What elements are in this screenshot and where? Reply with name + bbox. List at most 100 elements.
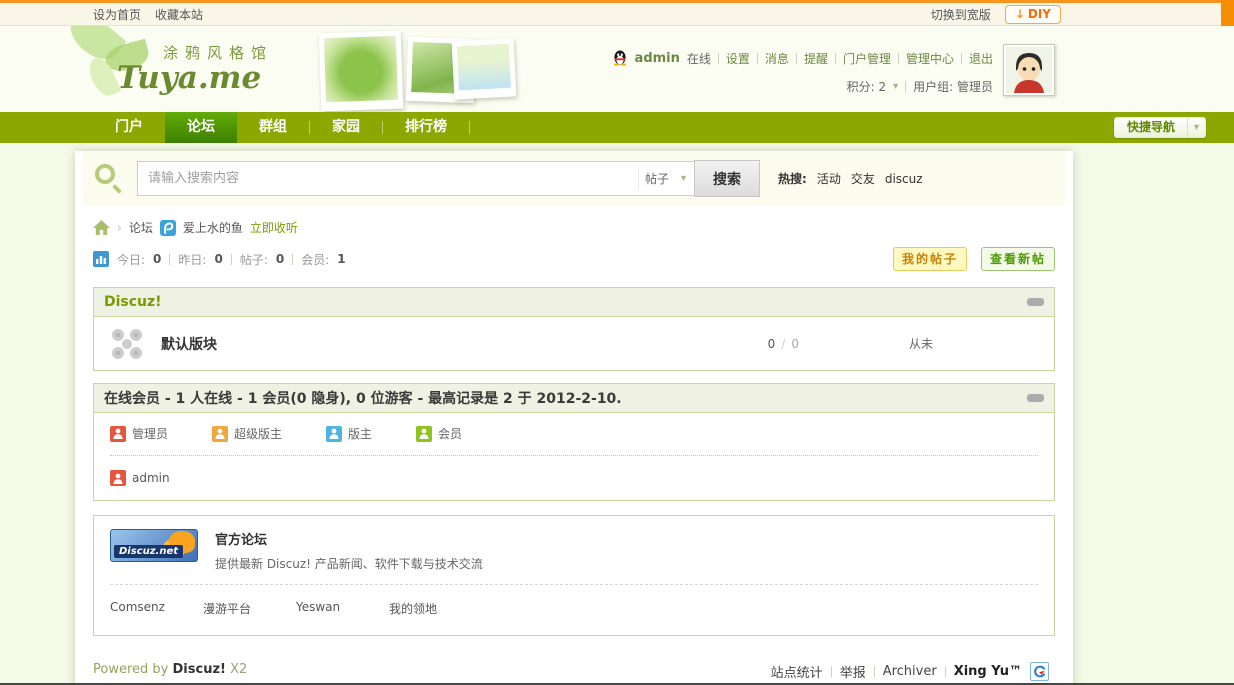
avatar[interactable]	[1003, 44, 1055, 96]
legend-moderator: 版主	[326, 425, 372, 442]
nav-item-portal[interactable]: 门户	[93, 112, 165, 143]
stat-today-value: 0	[153, 252, 162, 266]
nav-item-ranklist[interactable]: 排行榜	[383, 112, 469, 143]
search-icon	[95, 163, 125, 194]
main-nav: 门户 论坛 群组 家园 排行榜 快捷导航 ▾	[0, 112, 1234, 143]
partner-link-manyou[interactable]: 漫游平台	[203, 600, 296, 617]
chevron-down-icon: ▾	[1193, 122, 1200, 133]
nav-separator	[469, 121, 470, 134]
stat-posts-label: 帖子:	[239, 252, 268, 267]
legend-admin: 管理员	[110, 425, 168, 442]
view-new-posts-button[interactable]: 查看新帖	[980, 247, 1055, 271]
feed-name-link[interactable]: 爱上水的鱼	[183, 219, 243, 236]
diy-down-arrow-icon: ↓	[1014, 6, 1025, 21]
forum-row: 默认版块 0 / 0 从未	[94, 317, 1054, 370]
product-link[interactable]: Discuz!	[173, 662, 226, 677]
forum-thread-post-count: 0 / 0	[767, 336, 799, 351]
stat-members-label: 会员:	[301, 252, 330, 267]
stats-chart-icon	[93, 251, 109, 267]
archiver-link[interactable]: Archiver	[883, 664, 937, 679]
site-header: 涂鸦风格馆 Tuya.me admin 在线 设置 消息 提醒 门户管理 管理中…	[0, 26, 1234, 112]
online-member-link[interactable]: admin	[132, 471, 170, 485]
admin-group-icon	[110, 425, 126, 442]
powered-by-text: Powered by	[93, 662, 169, 677]
follow-link[interactable]: 立即收听	[250, 219, 298, 236]
breadcrumb: › 论坛 爱上水的鱼 立即收听	[75, 206, 1073, 240]
credits-link[interactable]: 积分: 2	[847, 78, 887, 95]
collapse-icon[interactable]	[1027, 394, 1044, 402]
site-logo[interactable]: 涂鸦风格馆 Tuya.me	[117, 42, 273, 96]
set-home-link[interactable]: 设为首页	[93, 6, 141, 23]
user-link-messages[interactable]: 消息	[765, 50, 789, 67]
my-posts-button[interactable]: 我的帖子	[892, 247, 967, 271]
online-members-panel: 在线会员 - 1 人在线 - 1 会员(0 隐身), 0 位游客 - 最高记录是…	[93, 383, 1055, 501]
hot-link-activity[interactable]: 活动	[817, 170, 841, 187]
switch-wide-link[interactable]: 切换到宽版	[931, 6, 991, 23]
product-version: X2	[230, 662, 248, 677]
polaroid-photo	[451, 38, 517, 100]
partner-links: Comsenz 漫游平台 Yeswan 我的领地	[110, 585, 1038, 627]
nav-item-home[interactable]: 家园	[310, 112, 382, 143]
last-post-info: 从未	[908, 337, 933, 351]
hot-link-discuz[interactable]: discuz	[885, 172, 923, 186]
tencent-weibo-icon[interactable]	[159, 219, 176, 236]
search-input[interactable]	[138, 162, 638, 195]
partner-link-comsenz[interactable]: Comsenz	[110, 600, 203, 617]
forum-name-link[interactable]: 默认版块	[161, 334, 217, 354]
legend-super-moderator: 超级版主	[212, 425, 282, 442]
user-link-portal-admin[interactable]: 门户管理	[843, 50, 891, 67]
bookmark-link[interactable]: 收藏本站	[155, 6, 203, 23]
hot-search-label: 热搜:	[778, 172, 807, 186]
discuz-logo-text: Discuz.net	[114, 545, 184, 558]
user-link-notices[interactable]: 提醒	[804, 50, 828, 67]
nav-item-forum[interactable]: 论坛	[165, 112, 237, 143]
search-button[interactable]: 搜索	[694, 160, 760, 197]
partner-link-myspace[interactable]: 我的领地	[389, 600, 482, 617]
online-member-admin: admin	[110, 470, 1038, 486]
thread-count: 0	[767, 336, 776, 351]
designer-link[interactable]: Xing Yu™	[954, 664, 1022, 679]
home-icon[interactable]	[93, 220, 110, 235]
breadcrumb-forum-link[interactable]: 论坛	[129, 219, 153, 236]
diy-button[interactable]: ↓ DIY	[1004, 4, 1061, 24]
site-stats-link[interactable]: 站点统计	[771, 662, 823, 681]
forum-icon	[110, 327, 144, 361]
hot-link-friends[interactable]: 交友	[851, 170, 875, 187]
search-bar: 帖子 ▾ 搜索 热搜: 活动 交友 discuz	[83, 151, 1065, 206]
official-forum-desc: 提供最新 Discuz! 产品新闻、软件下载与技术交流	[215, 557, 483, 571]
user-link-settings[interactable]: 设置	[726, 50, 750, 67]
stat-members-value: 1	[337, 252, 346, 266]
stat-yesterday-value: 0	[214, 252, 223, 266]
user-link-admin-center[interactable]: 管理中心	[906, 50, 954, 67]
category-panel-header: Discuz!	[94, 288, 1054, 317]
partner-link-yeswan[interactable]: Yeswan	[296, 600, 389, 617]
quick-nav-dropdown[interactable]: ▾	[1187, 118, 1205, 137]
official-forum-link[interactable]: 官方论坛	[215, 533, 267, 548]
user-panel: admin 在线 设置 消息 提醒 门户管理 管理中心 退出 积分: 2 ▾ 用…	[612, 46, 993, 98]
site-domain: Tuya.me	[117, 60, 262, 96]
credits-caret-icon[interactable]: ▾	[893, 81, 898, 92]
discuz-net-logo[interactable]: Discuz.net	[110, 529, 198, 562]
search-type-value: 帖子	[645, 172, 670, 186]
quick-nav-button[interactable]: 快捷导航 ▾	[1113, 117, 1206, 138]
online-members-title: 在线会员 - 1 人在线 - 1 会员(0 隐身), 0 位游客 - 最高记录是…	[104, 391, 622, 407]
category-panel: Discuz! 默认版块 0 / 0 从未	[93, 287, 1055, 371]
super-moderator-group-icon	[212, 425, 229, 442]
member-group-icon	[416, 425, 433, 442]
hot-search: 热搜: 活动 交友 discuz	[778, 170, 923, 187]
usergroup-link[interactable]: 用户组: 管理员	[913, 78, 993, 95]
report-link[interactable]: 举报	[840, 662, 866, 681]
qq-icon[interactable]	[612, 50, 628, 66]
search-type-select[interactable]: 帖子 ▾	[638, 167, 694, 190]
stat-yesterday-label: 昨日:	[178, 252, 207, 267]
collapse-icon[interactable]	[1027, 298, 1044, 306]
quick-nav-label: 快捷导航	[1126, 120, 1175, 134]
username-link[interactable]: admin	[635, 51, 680, 66]
admin-group-icon	[110, 470, 126, 486]
user-link-logout[interactable]: 退出	[969, 50, 993, 67]
legend-member: 会员	[416, 425, 462, 442]
nav-item-groups[interactable]: 群组	[237, 112, 309, 143]
forum-stats-row: 今日: 0 昨日: 0 帖子: 0 会员: 1 我的帖子 查看新帖	[75, 240, 1073, 281]
comsenz-icon[interactable]	[1030, 662, 1049, 681]
category-title[interactable]: Discuz!	[104, 294, 162, 310]
